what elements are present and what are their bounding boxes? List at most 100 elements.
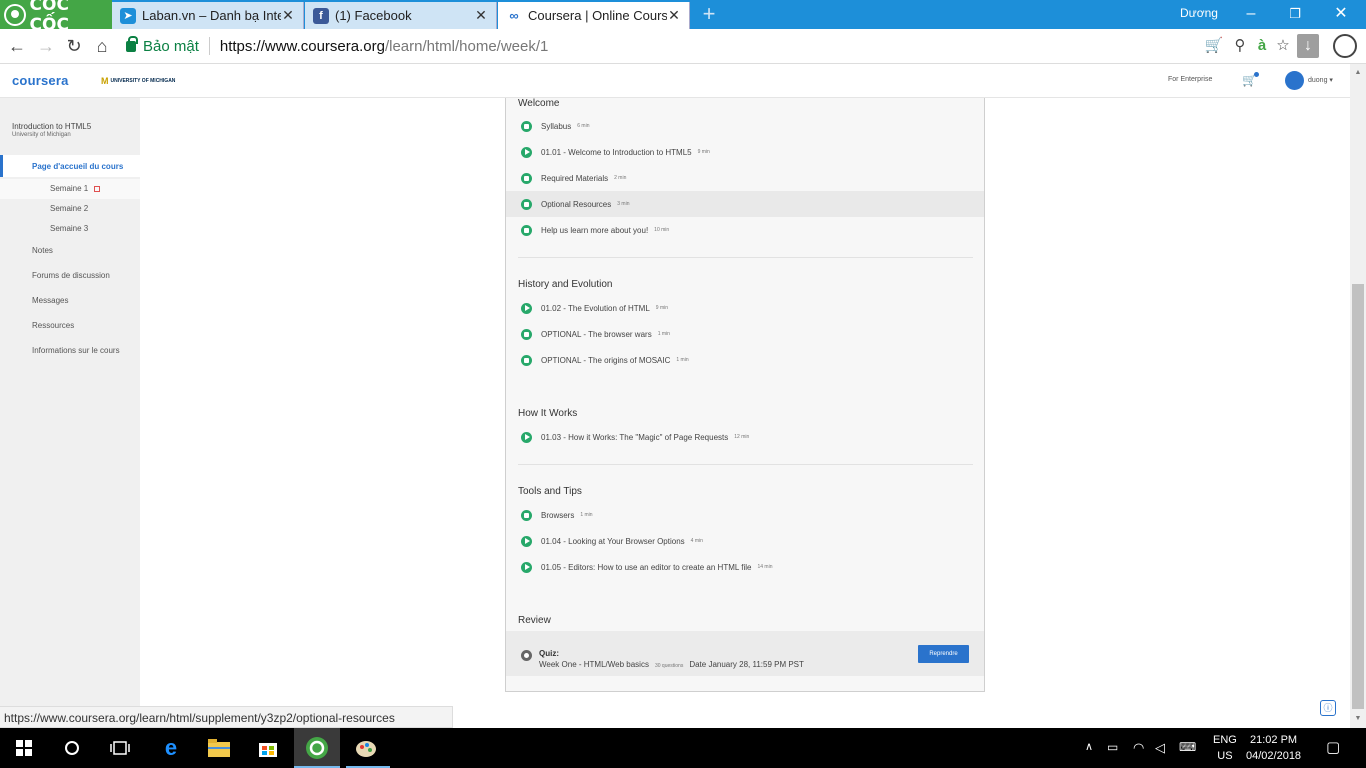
windows-start-icon[interactable] — [10, 734, 38, 762]
reload-icon[interactable]: ↻ — [63, 35, 85, 57]
coursera-icon: ∞ — [509, 8, 519, 23]
window-user-name[interactable]: Dương — [1180, 6, 1218, 20]
quiz-due-date: Date January 28, 11:59 PM PST — [689, 660, 804, 669]
week-content-panel: Welcome Syllabus 6 min 01.01 - Welcome to… — [505, 98, 985, 692]
notifications-icon[interactable]: ▢ — [1326, 738, 1340, 756]
university-logo[interactable]: M UNIVERSITY OF MICHIGAN — [101, 76, 175, 86]
quiz-icon — [521, 650, 532, 661]
close-icon[interactable]: ✕ — [281, 7, 295, 24]
coursera-logo[interactable]: coursera — [12, 73, 69, 88]
item-duration: 4 min — [690, 538, 703, 544]
item-duration: 9 min — [655, 305, 669, 311]
tab-coursera[interactable]: ∞ Coursera | Online Courses ✕ — [498, 2, 690, 29]
sidebar-item-forums[interactable]: Forums de discussion — [32, 271, 110, 280]
coccoc-brand[interactable]: CỐC CỐC — [0, 0, 112, 35]
task-view-icon[interactable] — [106, 734, 134, 762]
page-scrollbar[interactable]: ▲ ▼ — [1350, 64, 1366, 728]
address-bar[interactable]: Bảo mật https://www.coursera.org /learn/… — [120, 33, 1200, 59]
help-info-icon[interactable]: ⓘ — [1320, 700, 1336, 716]
list-item[interactable]: 01.01 - Welcome to Introduction to HTML5… — [506, 139, 984, 165]
sidebar-item-home[interactable]: Page d'accueil du cours — [0, 155, 140, 177]
tab-title: Laban.vn – Danh bạ Interr — [142, 8, 281, 23]
browser-tab-strip: CỐC CỐC ➤ Laban.vn – Danh bạ Interr ✕ f … — [0, 0, 1366, 35]
minimize-icon[interactable]: – — [1240, 3, 1262, 25]
forward-icon[interactable]: → — [35, 35, 57, 57]
close-window-icon[interactable]: ✕ — [1330, 3, 1352, 25]
sidebar-item-course-info[interactable]: Informations sur le cours — [32, 346, 120, 355]
close-icon[interactable]: ✕ — [667, 7, 681, 24]
store-icon[interactable] — [254, 734, 282, 762]
keyboard-icon[interactable]: ⌨ — [1179, 740, 1196, 754]
play-icon — [521, 146, 532, 158]
item-name: Help us learn more about you! — [541, 225, 649, 235]
compass-icon: ➤ — [120, 7, 136, 24]
battery-icon[interactable]: ▭ — [1107, 740, 1118, 754]
quiz-label: Quiz: — [539, 649, 559, 658]
list-item[interactable]: Optional Resources 3 min — [506, 191, 984, 217]
sidebar-item-week-2[interactable]: Semaine 2 — [0, 199, 140, 219]
shopping-cart-extension-icon[interactable]: 🛒 — [1204, 36, 1224, 56]
avatar[interactable] — [1285, 71, 1304, 90]
search-icon[interactable] — [58, 734, 86, 762]
user-menu[interactable]: duong ▾ — [1308, 76, 1333, 84]
scrollbar-thumb[interactable] — [1352, 284, 1364, 709]
browser-menu-icon[interactable] — [1333, 34, 1357, 58]
sidebar-item-week-1[interactable]: Semaine 1 — [0, 179, 140, 199]
dictionary-extension-icon[interactable]: à — [1252, 36, 1272, 56]
list-item[interactable]: 01.04 - Looking at Your Browser Options 4… — [506, 528, 984, 554]
quiz-row[interactable]: Quiz: Week One - HTML/Web basics 30 quest… — [506, 631, 984, 676]
file-explorer-icon[interactable] — [205, 734, 233, 762]
item-name: 01.02 - The Evolution of HTML — [541, 303, 650, 313]
list-item[interactable]: 01.05 - Editors: How to use an editor to… — [506, 554, 984, 580]
new-tab-plus-icon[interactable]: + — [700, 3, 718, 25]
scroll-down-icon[interactable]: ▼ — [1353, 714, 1363, 724]
resume-quiz-button[interactable]: Reprendre — [918, 645, 969, 663]
clock-date: 04/02/2018 — [1246, 750, 1302, 762]
course-title[interactable]: Introduction to HTML5 — [12, 122, 91, 131]
edge-icon[interactable]: e — [157, 734, 185, 762]
list-item[interactable]: 01.03 - How it Works: The "Magic" of Pag… — [506, 424, 984, 450]
tab-facebook[interactable]: f (1) Facebook ✕ — [305, 2, 497, 29]
tab-title: (1) Facebook — [335, 8, 412, 23]
paint-icon[interactable] — [352, 734, 380, 762]
download-icon[interactable]: ↓ — [1297, 34, 1319, 58]
play-icon — [521, 431, 532, 443]
calendar-icon — [94, 185, 101, 192]
bookmark-star-icon[interactable]: ☆ — [1273, 36, 1293, 56]
sidebar-item-messages[interactable]: Messages — [32, 296, 68, 305]
sidebar-item-notes[interactable]: Notes — [32, 246, 53, 255]
sidebar-item-resources[interactable]: Ressources — [32, 321, 74, 330]
restore-icon[interactable]: ❐ — [1284, 3, 1306, 25]
volume-icon[interactable]: ◁ — [1155, 740, 1165, 756]
zoom-icon[interactable]: ⚲ — [1230, 36, 1250, 56]
sidebar-item-week-3[interactable]: Semaine 3 — [0, 219, 140, 239]
input-language[interactable]: ENG US — [1213, 732, 1237, 764]
scroll-up-icon[interactable]: ▲ — [1353, 68, 1363, 78]
enterprise-link[interactable]: For Enterprise — [1168, 76, 1212, 83]
list-item[interactable]: OPTIONAL - The origins of MOSAIC 1 min — [506, 347, 984, 373]
item-name: Browsers — [541, 510, 575, 520]
back-icon[interactable]: ← — [6, 35, 28, 57]
reading-icon — [521, 354, 532, 366]
home-icon[interactable]: ⌂ — [91, 35, 113, 57]
item-duration: 3 min — [617, 201, 630, 207]
item-duration: 1 min — [657, 331, 670, 337]
list-item[interactable]: Syllabus 6 min — [506, 113, 984, 139]
list-item[interactable]: Help us learn more about you! 10 min — [506, 217, 984, 243]
coccoc-browser-icon[interactable] — [303, 734, 331, 762]
coccoc-logo-icon — [4, 3, 26, 26]
item-name: 01.03 - How it Works: The "Magic" of Pag… — [541, 432, 729, 442]
system-clock[interactable]: 21:02 PM 04/02/2018 — [1246, 732, 1301, 764]
show-hidden-icons-icon[interactable]: ∧ — [1085, 740, 1093, 753]
reading-icon — [521, 198, 532, 210]
wifi-icon[interactable]: ◠ — [1133, 740, 1144, 756]
list-item[interactable]: Browsers 1 min — [506, 502, 984, 528]
close-icon[interactable]: ✕ — [474, 7, 488, 24]
list-item[interactable]: 01.02 - The Evolution of HTML 9 min — [506, 295, 984, 321]
list-item[interactable]: OPTIONAL - The browser wars 1 min — [506, 321, 984, 347]
quiz-name: Week One - HTML/Web basics — [539, 660, 649, 669]
michigan-m-icon: M — [101, 76, 109, 86]
reading-icon — [521, 328, 532, 340]
tab-laban[interactable]: ➤ Laban.vn – Danh bạ Interr ✕ — [112, 2, 304, 29]
list-item[interactable]: Required Materials 2 min — [506, 165, 984, 191]
